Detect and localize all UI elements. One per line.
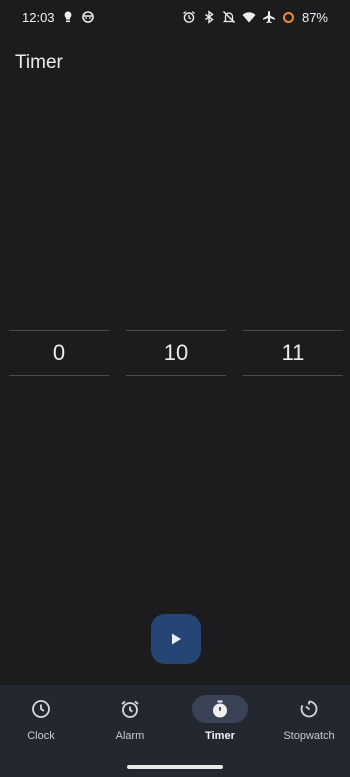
airplane-icon	[262, 10, 276, 24]
alarm-icon	[182, 10, 196, 24]
nav-label-stopwatch: Stopwatch	[283, 730, 335, 742]
battery-ring-icon	[282, 10, 296, 24]
nav-label-timer: Timer	[205, 730, 235, 742]
nav-item-stopwatch[interactable]: Stopwatch	[265, 695, 350, 755]
page-title: Timer	[15, 52, 63, 73]
status-bar-right: 87%	[182, 10, 328, 25]
seconds-picker[interactable]: 11	[243, 330, 343, 376]
nav-item-timer[interactable]: Timer	[176, 695, 264, 755]
bluetooth-icon	[202, 10, 216, 24]
timer-icon	[213, 700, 227, 718]
face-notification-icon	[81, 10, 95, 24]
status-bar: 12:03 87%	[0, 0, 350, 34]
nav-label-alarm: Alarm	[115, 730, 145, 742]
notifications-off-icon	[222, 10, 236, 24]
nav-pill-timer	[192, 695, 248, 723]
bottom-navigation: Clock Alarm Timer Stopwatch	[0, 685, 350, 777]
nav-label-clock: Clock	[27, 730, 55, 742]
nav-pill-clock	[13, 695, 69, 723]
status-bar-left: 12:03	[22, 10, 95, 25]
wifi-icon	[242, 10, 256, 24]
bulb-notification-icon	[61, 10, 75, 24]
clock-icon	[32, 700, 50, 718]
stopwatch-icon	[300, 700, 318, 718]
nav-pill-alarm	[102, 695, 158, 723]
play-icon	[172, 633, 181, 645]
alarm-icon	[121, 700, 139, 718]
nav-item-clock[interactable]: Clock	[0, 695, 85, 755]
home-indicator[interactable]	[127, 765, 223, 769]
start-timer-button[interactable]	[151, 614, 201, 664]
status-time: 12:03	[22, 9, 55, 25]
minutes-picker[interactable]: 10	[126, 330, 226, 376]
nav-item-alarm[interactable]: Alarm	[86, 695, 174, 755]
nav-pill-stopwatch	[281, 695, 337, 723]
battery-percent: 87%	[301, 9, 328, 25]
hours-picker[interactable]: 0	[9, 330, 109, 376]
